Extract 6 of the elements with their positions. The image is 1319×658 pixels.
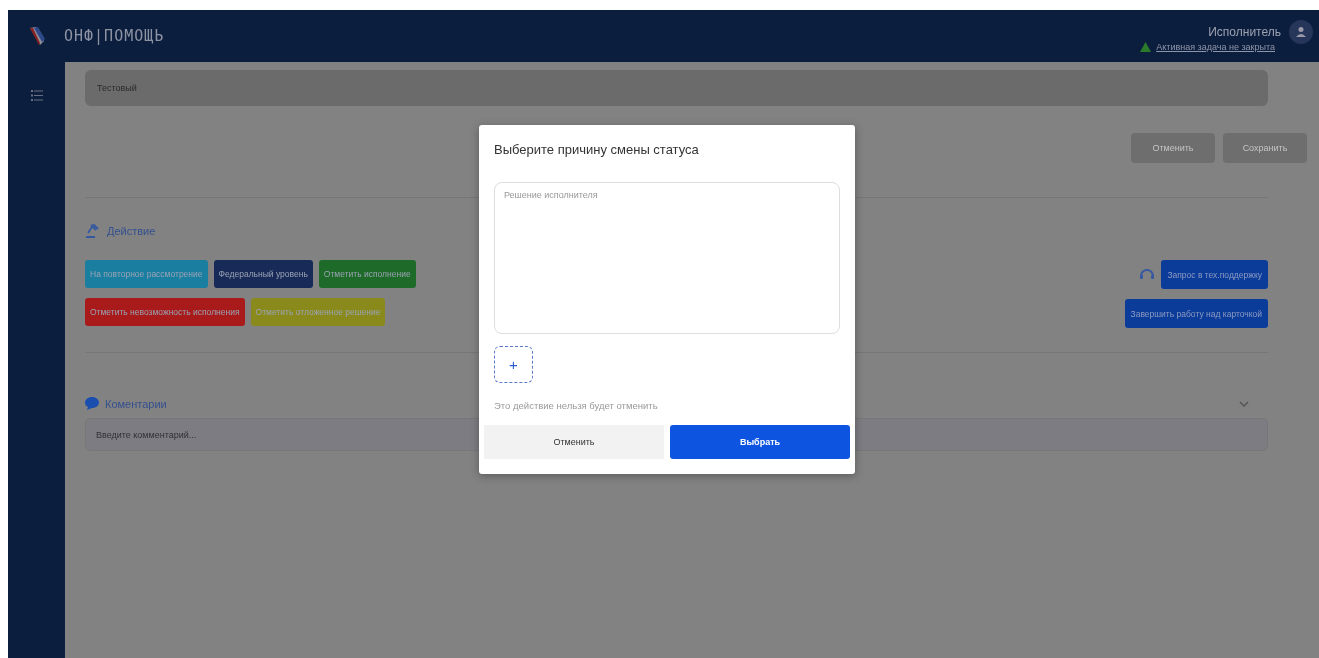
warning-note: Это действие нельзя будет отменить: [494, 400, 659, 411]
dialog-title: Выберите причину смены статуса: [494, 142, 700, 157]
user-role: Исполнитель: [1208, 25, 1281, 39]
section-title: Действие: [107, 225, 156, 237]
section-title: Коментарии: [105, 397, 167, 410]
brand-name: ОНФ|ПОМОЩЬ: [64, 27, 165, 45]
